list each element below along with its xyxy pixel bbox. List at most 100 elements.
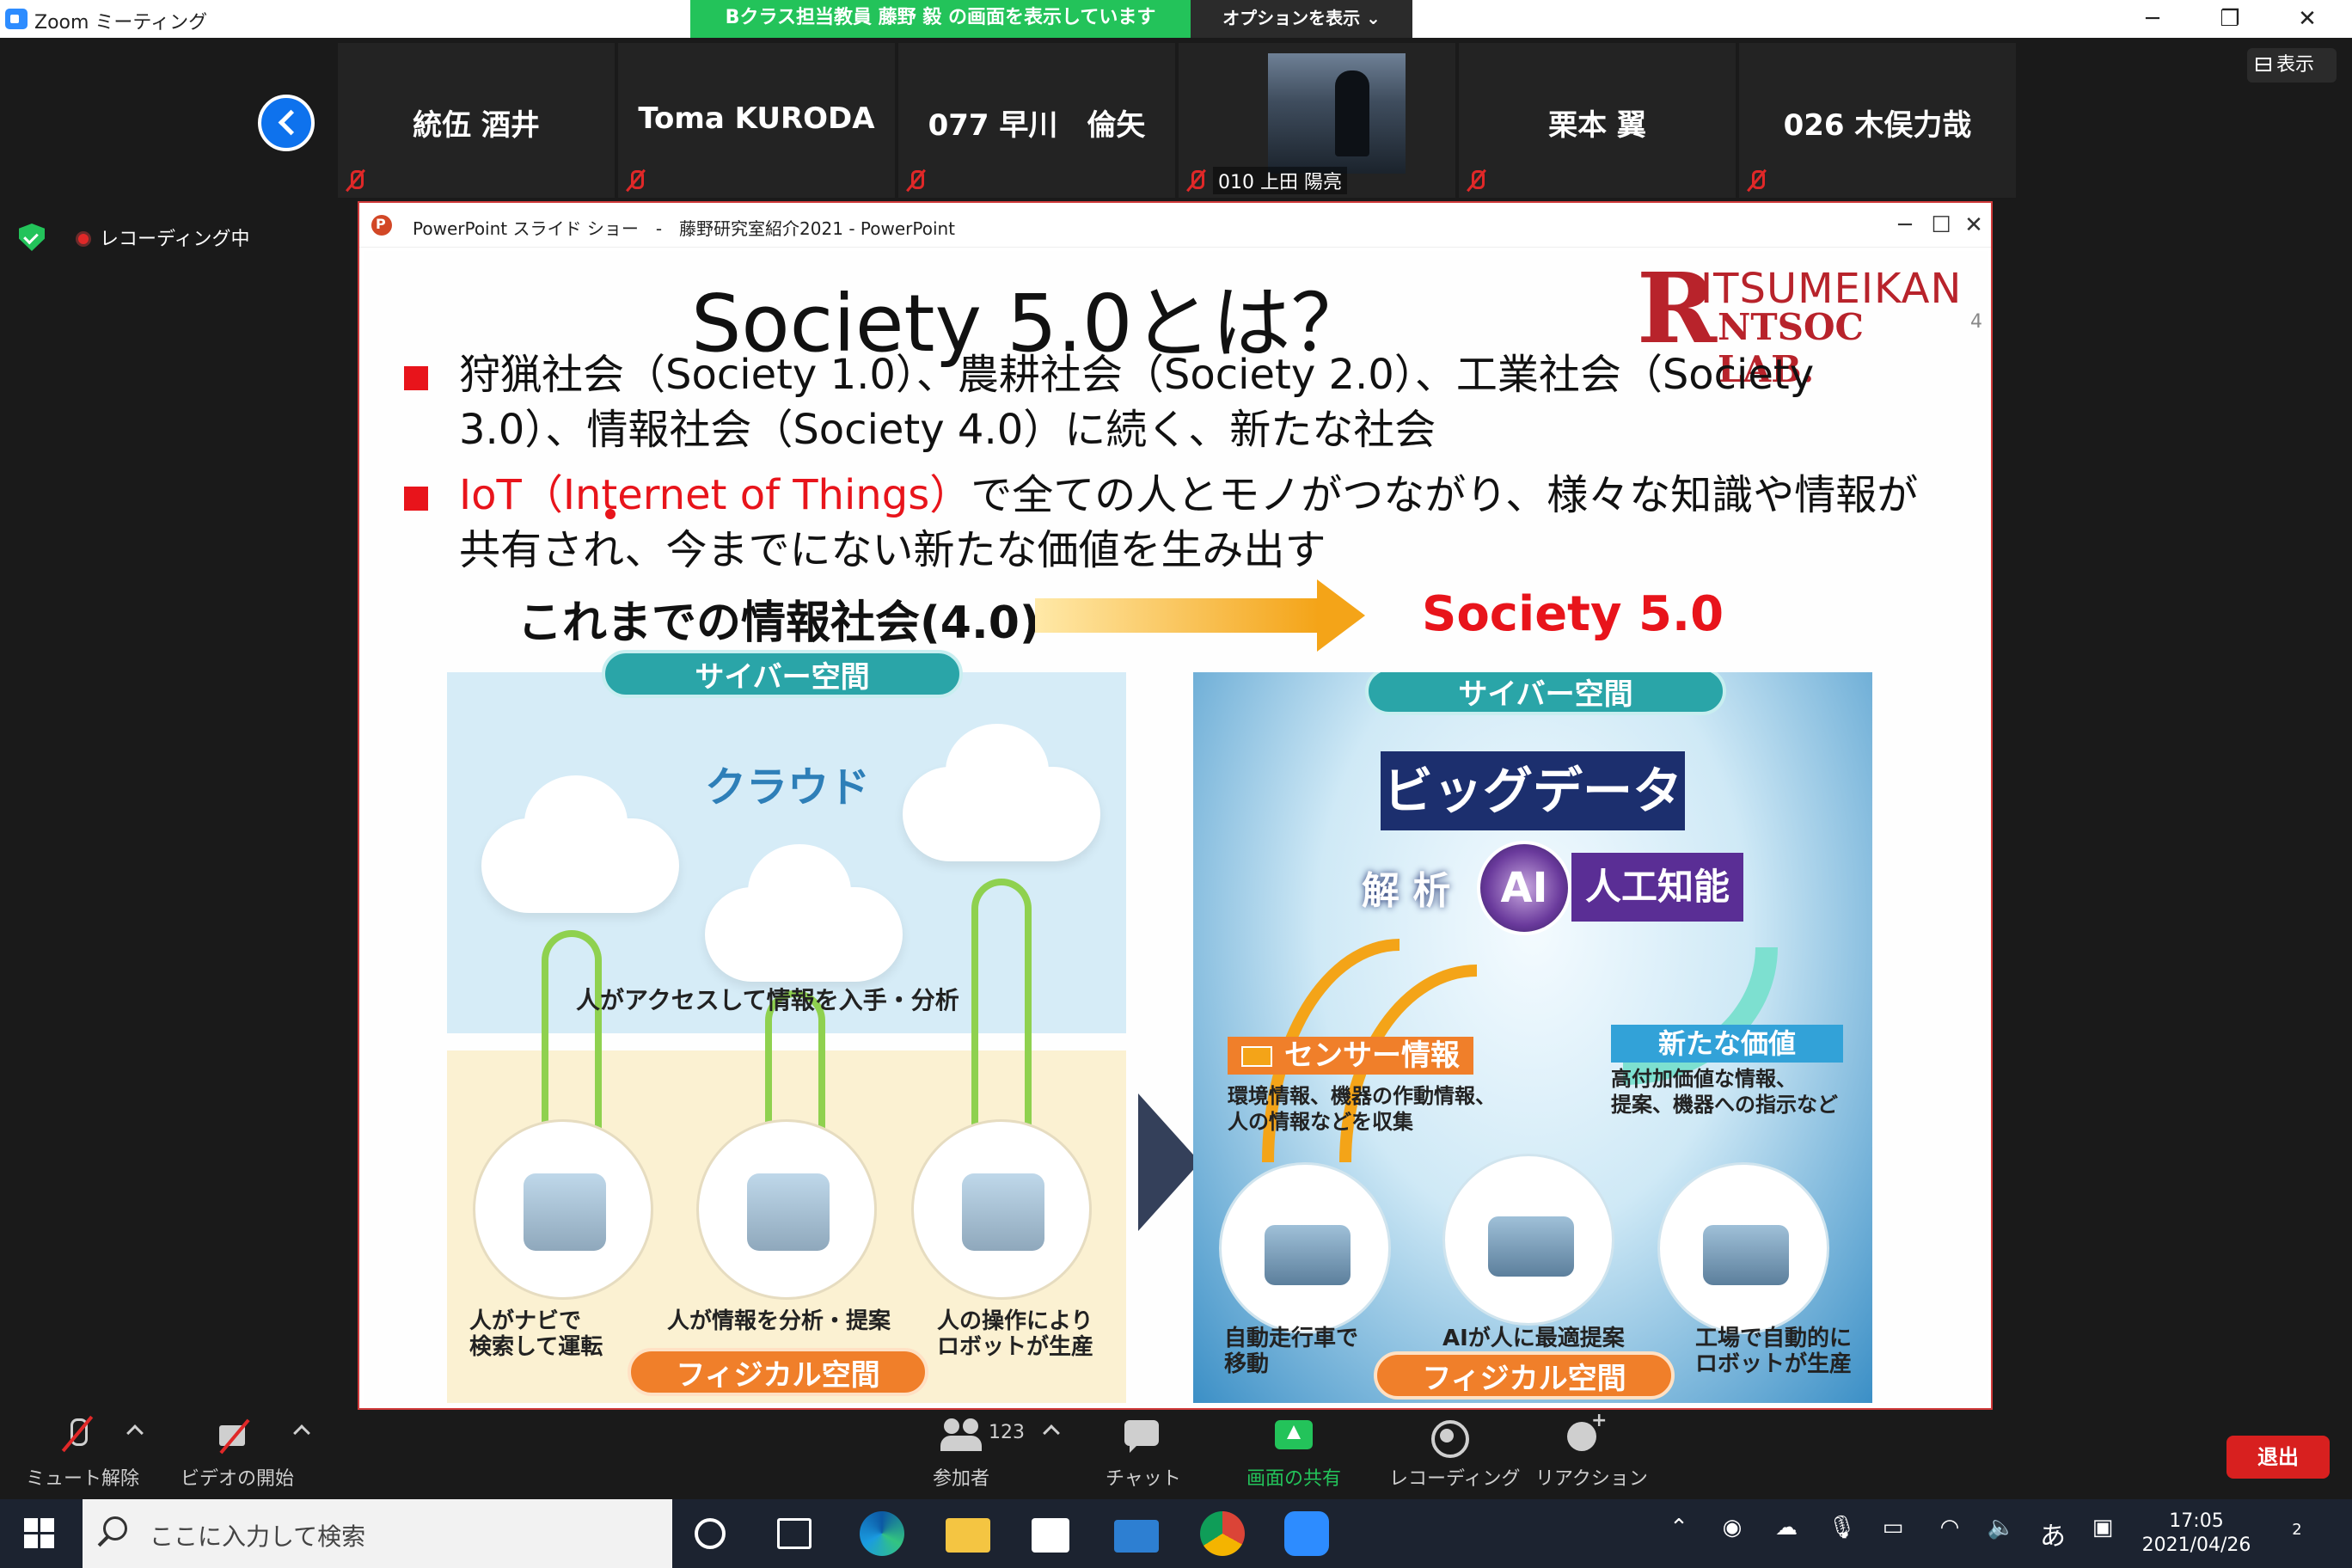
tray-expand-icon[interactable]: ⌃: [1666, 1515, 1692, 1553]
share-screen-label: 画面の共有: [1246, 1468, 1341, 1490]
video-off-icon: [216, 1415, 257, 1456]
mic-muted-icon: [57, 1415, 98, 1456]
muted-mic-icon: [905, 168, 926, 193]
clock-date: 2021/04/26: [2141, 1534, 2251, 1556]
scroll-left-button[interactable]: [258, 95, 315, 151]
share-screen-button[interactable]: 画面の共有: [1238, 1415, 1350, 1491]
reactions-label: リアクション: [1535, 1468, 1648, 1490]
participant-tile[interactable]: Toma KURODA: [618, 43, 895, 198]
taskbar-clock[interactable]: 17:05 2021/04/26: [2132, 1510, 2261, 1558]
cyber-space-label: サイバー空間: [1365, 672, 1726, 715]
unmute-button[interactable]: ミュート解除: [26, 1415, 139, 1491]
participant-tile[interactable]: 026 木俣力哉: [1739, 43, 2016, 198]
participant-tile[interactable]: 栗本 翼: [1459, 43, 1736, 198]
window-title: Zoom ミーティング: [34, 12, 208, 34]
notification-center-icon[interactable]: 2: [2278, 1515, 2316, 1553]
close-button[interactable]: ✕: [2282, 3, 2333, 34]
record-button[interactable]: レコーディング: [1389, 1415, 1521, 1491]
ime-mode-icon[interactable]: ▣: [2087, 1515, 2118, 1553]
chat-button[interactable]: チャット: [1106, 1415, 1181, 1491]
search-placeholder: ここに入力して検索: [150, 1522, 366, 1551]
record-label: レコーディング: [1389, 1468, 1521, 1490]
participant-tile[interactable]: 077 早川 倫矢: [898, 43, 1175, 198]
scene-caption: 自動走行車で 移動: [1224, 1326, 1359, 1377]
sensor-description: 環境情報、機器の作動情報、 人の情報などを収集: [1228, 1084, 1496, 1134]
start-video-button[interactable]: ビデオの開始: [181, 1415, 294, 1491]
chat-label: チャット: [1106, 1468, 1181, 1490]
analysis-scene-image: [696, 1119, 877, 1300]
sensor-tag-icon: [1241, 1046, 1272, 1067]
leave-button[interactable]: 退出: [2226, 1436, 2330, 1479]
battery-icon[interactable]: ▭: [1877, 1515, 1908, 1553]
new-value-description: 高付加価値な情報、 提案、機器への指示など: [1611, 1067, 1838, 1117]
windows-start-button[interactable]: [24, 1518, 55, 1549]
society5-diagram: サイバー空間 ビッグデータ 解 析 人工知能 AI センサー情報 環境情報、機器…: [1193, 672, 1872, 1403]
participant-tile[interactable]: 統伍 酒井: [338, 43, 615, 198]
shield-icon[interactable]: [19, 224, 45, 251]
onedrive-icon[interactable]: ☁: [1771, 1515, 1802, 1553]
flow-from-label: これまでの情報社会(4.0): [518, 597, 1040, 649]
participants-label: 参加者: [932, 1468, 989, 1490]
edge-icon[interactable]: [860, 1511, 904, 1556]
navigation-scene-image: [473, 1119, 653, 1300]
store-icon[interactable]: [1032, 1518, 1069, 1553]
recording-indicator: レコーディング中: [76, 224, 249, 251]
muted-mic-icon: [625, 168, 646, 193]
scene-caption: 工場で自動的に ロボットが生産: [1695, 1326, 1853, 1377]
slide: Society 5.0とは？ R ITSUMEIKAN NTSOC LAB. 4…: [364, 251, 1988, 1406]
ppt-title: PowerPoint スライド ショー - 藤野研究室紹介2021 - Powe…: [413, 218, 956, 239]
evolution-arrow-row: これまでの情報社会(4.0) Society 5.0: [493, 579, 1869, 655]
ime-indicator[interactable]: あ: [2037, 1515, 2068, 1553]
view-button[interactable]: 表示: [2247, 48, 2337, 83]
wifi-icon[interactable]: ◠: [1934, 1515, 1965, 1553]
file-explorer-icon[interactable]: [946, 1518, 990, 1553]
microphone-icon[interactable]: 🎙: [1828, 1515, 1856, 1553]
brand-logo: R ITSUMEIKAN NTSOC LAB.: [1637, 253, 1972, 390]
record-icon: [1426, 1415, 1469, 1458]
view-options-button[interactable]: オプションを表示 ⌄: [1191, 0, 1412, 38]
task-view-icon[interactable]: [777, 1518, 812, 1549]
autonomous-car-image: [1219, 1162, 1391, 1334]
ai-orb: AI: [1477, 841, 1571, 935]
minimize-button[interactable]: ─: [2127, 3, 2178, 34]
notification-count: 2: [2292, 1521, 2302, 1539]
participant-video: [1267, 53, 1406, 174]
participants-button[interactable]: 参加者: [925, 1415, 997, 1491]
bullet-item: 狩猟社会（Society 1.0）、農耕社会（Society 2.0）、工業社会…: [399, 347, 1946, 457]
robot-scene-image: [911, 1119, 1092, 1300]
bullet-item: IoT（Internet of Things）で全ての人とモノがつながり、様々な…: [399, 468, 1946, 578]
cortana-icon[interactable]: [695, 1518, 726, 1549]
society4-diagram: サイバー空間 クラウド 人がアクセスして情報を入手・分析 人がナビで 検索して運…: [447, 650, 1126, 1403]
restore-button[interactable]: ❐: [2204, 3, 2256, 34]
video-options-caret-icon[interactable]: [293, 1424, 310, 1442]
transition-arrow-icon: [1138, 1093, 1200, 1231]
taskbar-search[interactable]: ここに入力して検索: [83, 1499, 672, 1568]
bullet-square-icon: [404, 487, 428, 511]
clock-time: 17:05: [2169, 1510, 2224, 1532]
view-label: 表示: [2276, 54, 2315, 76]
scene-caption: 人が情報を分析・提案: [667, 1308, 891, 1334]
chrome-icon[interactable]: [1200, 1511, 1245, 1556]
bullet-highlight: IoT（Internet of Things）: [459, 471, 971, 519]
scene-caption: 人の操作により ロボットが生産: [937, 1308, 1094, 1360]
sensor-info-label: センサー情報: [1228, 1037, 1473, 1075]
mail-icon[interactable]: [1114, 1520, 1159, 1553]
analysis-label: 解 析: [1362, 869, 1451, 913]
participant-tile[interactable]: 010 上田 陽亮: [1179, 43, 1455, 198]
participants-caret-icon[interactable]: [1043, 1424, 1060, 1442]
search-icon: [103, 1516, 127, 1540]
scene-caption: AIが人に最適提案: [1442, 1326, 1625, 1351]
ppt-close-button[interactable]: ✕: [1955, 210, 1993, 241]
cloud-icon: [903, 724, 1100, 861]
zoom-taskbar-icon[interactable]: [1284, 1511, 1329, 1556]
meet-now-icon[interactable]: ◉: [1719, 1515, 1745, 1553]
reactions-button[interactable]: リアクション: [1535, 1410, 1648, 1491]
sensor-info-text: センサー情報: [1284, 1038, 1460, 1073]
scene-caption: 人がナビで 検索して運転: [469, 1308, 603, 1360]
audio-options-caret-icon[interactable]: [126, 1424, 144, 1442]
muted-mic-icon: [345, 168, 365, 193]
ai-label: 人工知能: [1571, 853, 1743, 922]
new-value-label: 新たな価値: [1611, 1025, 1843, 1063]
volume-icon[interactable]: 🔈: [1986, 1515, 2017, 1553]
ppt-minimize-button[interactable]: ─: [1886, 210, 1924, 241]
